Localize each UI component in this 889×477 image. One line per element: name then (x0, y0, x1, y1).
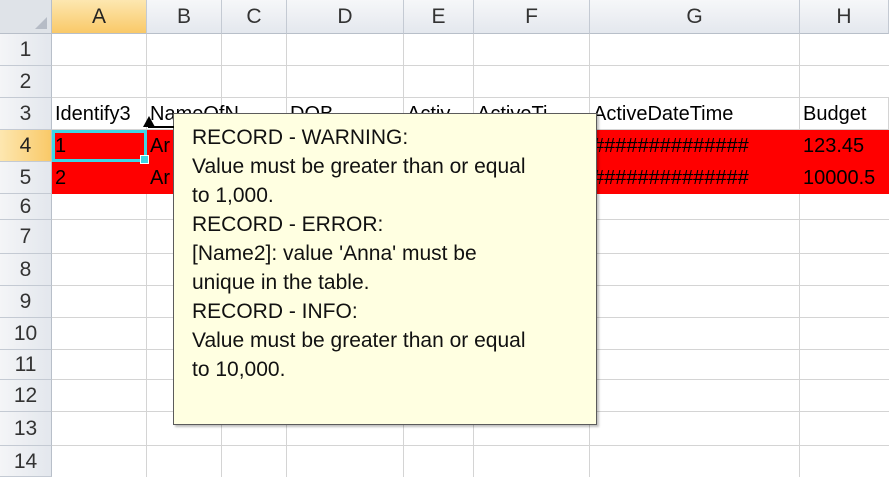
row-header-9[interactable]: 9 (0, 286, 52, 318)
row-header-3[interactable]: 3 (0, 98, 52, 130)
row-header-4[interactable]: 4 (0, 130, 52, 162)
grid-hline (52, 65, 889, 66)
comment-line: to 1,000. (192, 184, 274, 207)
cell-h4[interactable]: 123.45 (800, 130, 889, 162)
cell-a3[interactable]: Identify3 (52, 98, 147, 130)
comment-line: Value must be greater than or equal (192, 155, 526, 178)
row-header-14[interactable]: 14 (0, 446, 52, 477)
column-header-c[interactable]: C (222, 0, 287, 34)
spreadsheet-grid: A B C D E F G H 1 2 3 4 5 6 7 8 9 10 11 … (0, 0, 889, 477)
comment-connector-line (148, 126, 174, 128)
row-header-10[interactable]: 10 (0, 318, 52, 350)
cell-h5[interactable]: 10000.5 (800, 162, 889, 194)
comment-line: unique in the table. (192, 271, 370, 294)
row-header-5[interactable]: 5 (0, 162, 52, 194)
comment-line: RECORD - ERROR: (192, 213, 384, 236)
comment-line: [Name2]: value 'Anna' must be (192, 242, 477, 265)
cell-comment-box[interactable]: RECORD - WARNING: Value must be greater … (173, 113, 597, 425)
column-header-f[interactable]: F (474, 0, 590, 34)
comment-line: RECORD - WARNING: (192, 126, 409, 149)
grid-hline (52, 445, 889, 446)
cell-g5[interactable]: ############## (590, 162, 800, 194)
active-cell-selection[interactable] (52, 130, 149, 164)
comment-line: Value must be greater than or equal (192, 329, 526, 352)
cell-a5[interactable]: 2 (52, 162, 147, 194)
column-header-b[interactable]: B (147, 0, 222, 34)
column-header-g[interactable]: G (590, 0, 800, 34)
row-header-8[interactable]: 8 (0, 254, 52, 286)
column-header-h[interactable]: H (800, 0, 889, 34)
row-header-13[interactable]: 13 (0, 412, 52, 446)
select-all-corner[interactable] (0, 0, 52, 34)
cell-g3[interactable]: ActiveDateTime (590, 98, 800, 130)
row-header-11[interactable]: 11 (0, 350, 52, 380)
select-all-triangle-icon (35, 17, 47, 29)
row-header-6[interactable]: 6 (0, 194, 52, 220)
column-header-e[interactable]: E (404, 0, 474, 34)
comment-line: to 10,000. (192, 358, 286, 381)
column-header-d[interactable]: D (287, 0, 404, 34)
row-header-12[interactable]: 12 (0, 380, 52, 412)
fill-handle[interactable] (140, 155, 149, 164)
row-header-1[interactable]: 1 (0, 34, 52, 66)
comment-line: RECORD - INFO: (192, 300, 358, 323)
cell-g4[interactable]: ############## (590, 130, 800, 162)
column-header-a[interactable]: A (52, 0, 147, 34)
cell-h3[interactable]: Budget (800, 98, 889, 130)
row-header-7[interactable]: 7 (0, 220, 52, 254)
row-header-2[interactable]: 2 (0, 66, 52, 98)
